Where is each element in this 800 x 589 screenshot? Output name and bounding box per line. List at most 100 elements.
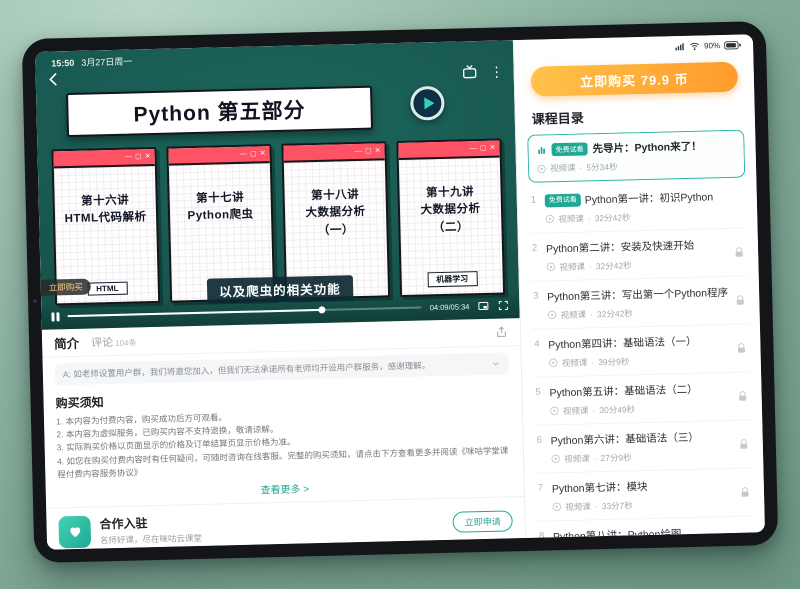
play-circle-icon — [545, 214, 554, 223]
wifi-icon — [689, 40, 700, 51]
status-bar-left: 15:50 3月27日周一 — [51, 54, 132, 69]
window-maximize-icon: ▢ — [250, 150, 257, 157]
lesson-number: 6 — [536, 433, 550, 445]
card-line: （二） — [400, 218, 501, 238]
lesson-number: 5 — [535, 385, 549, 397]
lesson-type: 视频课 — [563, 404, 589, 417]
lesson-item[interactable]: 1 免费试看 Python第一讲：初识Python 视频课 · 32分42秒 — [528, 181, 746, 234]
lesson-item[interactable]: 7 Python第七讲：模块 视频课 · 33分7秒 — [535, 468, 753, 521]
pinned-notice[interactable]: A: 如老师设置用户群，我们将邀您加入，但我们无法承诺所有老师均开设用户群服务，… — [55, 352, 509, 385]
lesson-title: Python第六讲：基础语法（三） — [550, 429, 699, 448]
card-line: （一） — [285, 221, 386, 241]
window-maximize-icon: ▢ — [135, 153, 142, 160]
card-footer-label: HTML — [87, 282, 128, 296]
lesson-item[interactable]: 5 Python第五讲：基础语法（二） 视频课 · 30分49秒 — [533, 372, 751, 425]
buy-now-chip[interactable]: 立即购买 — [41, 279, 91, 296]
lock-icon — [738, 438, 750, 450]
free-trial-badge: 免费试看 — [551, 142, 587, 156]
lesson-list: 免费试看 先导片：Python来了！ 视频课 · 5分34秒 1 免费试看 — [527, 130, 754, 538]
progress-knob[interactable] — [318, 306, 325, 313]
lock-icon — [739, 486, 751, 498]
window-minimize-icon: — — [355, 148, 362, 155]
lesson-type: 视频课 — [562, 356, 588, 369]
lesson-title: Python第五讲：基础语法（二） — [549, 381, 698, 400]
meta-separator: · — [594, 453, 597, 463]
catalog-title: 课程目录 — [532, 104, 739, 128]
lesson-duration: 27分9秒 — [600, 451, 631, 464]
meta-separator: · — [588, 213, 591, 223]
tab-comments-label: 评论 — [91, 334, 113, 351]
buy-course-button[interactable]: 立即购买 79.9 币 — [531, 62, 739, 97]
card-line: Python爬虫 — [170, 206, 271, 226]
share-icon[interactable] — [495, 325, 508, 338]
tab-comments[interactable]: 评论 104条 — [91, 333, 137, 350]
pause-icon[interactable] — [51, 312, 59, 321]
meta-separator: · — [590, 309, 593, 319]
meta-separator: · — [591, 357, 594, 367]
detail-content: 简介 评论 104条 A: 如老师设置用户群，我们将邀您加入，但我们无法承诺所有… — [42, 318, 525, 550]
lesson-item[interactable]: 6 Python第六讲：基础语法（三） 视频课 · 27分9秒 — [534, 420, 752, 473]
card-body: 第十九讲 大数据分析 （二） 机器学习 — [399, 158, 503, 295]
pip-icon[interactable] — [477, 300, 489, 312]
lesson-title: Python第八讲：Python绘图 — [553, 526, 682, 538]
tv-cast-icon[interactable] — [461, 64, 477, 80]
partner-section: 合作入驻 名师好课，尽在咪咕云课堂 立即申请 — [46, 496, 525, 550]
play-button[interactable] — [410, 86, 445, 121]
progress-bar[interactable] — [67, 306, 422, 317]
lesson-type: 视频课 — [560, 308, 586, 321]
lesson-type: 视频课 — [565, 500, 591, 513]
signal-icon — [674, 40, 685, 51]
meta-separator: · — [579, 163, 582, 173]
meta-separator: · — [589, 261, 592, 271]
video-player[interactable]: 15:50 3月27日周一 ⋮ Python 第五部分 — [35, 40, 520, 330]
lesson-title: 先导片：Python来了！ — [592, 139, 701, 157]
more-menu-icon[interactable]: ⋮ — [489, 64, 503, 78]
lesson-item-current[interactable]: 免费试看 先导片：Python来了！ 视频课 · 5分34秒 — [527, 130, 745, 183]
lesson-duration: 32分42秒 — [596, 259, 632, 272]
time-display: 04:09/05:34 — [430, 302, 470, 312]
lesson-item[interactable]: 4 Python第四讲：基础语法（一） 视频课 · 39分9秒 — [532, 324, 750, 377]
lock-icon — [733, 246, 745, 258]
lesson-title: Python第二讲：安装及快速开始 — [546, 237, 695, 256]
status-date: 3月27日周一 — [81, 54, 132, 68]
lesson-number: 4 — [534, 337, 548, 349]
tablet-device: 15:50 3月27日周一 ⋮ Python 第五部分 — [22, 21, 779, 563]
partner-heart-icon — [58, 515, 91, 548]
lock-icon — [740, 534, 752, 538]
heart-icon — [67, 524, 82, 539]
lesson-duration: 32分42秒 — [594, 211, 630, 224]
lesson-number: 2 — [532, 241, 546, 253]
window-close-icon: ✕ — [490, 145, 496, 152]
meta-separator: · — [592, 405, 595, 415]
card-line: HTML代码解析 — [55, 209, 156, 229]
lesson-title: Python第三讲：写出第一个Python程序 — [547, 284, 728, 303]
lesson-type: 视频课 — [558, 212, 584, 225]
back-chevron-icon — [46, 71, 62, 87]
comments-count: 104条 — [115, 337, 137, 349]
purchase-notice: 购买须知 1. 本内容为付费内容，购买成功后方可观看。 2. 本内容为虚拟服务，… — [55, 383, 511, 481]
lesson-duration: 5分34秒 — [586, 161, 617, 174]
app-screen: 15:50 3月27日周一 ⋮ Python 第五部分 — [35, 34, 765, 549]
lesson-item[interactable]: 3 Python第三讲：写出第一个Python程序 视频课 · 32分42秒 — [531, 276, 749, 329]
tab-intro[interactable]: 简介 — [54, 333, 79, 353]
lesson-type: 视频课 — [559, 260, 585, 273]
fullscreen-icon[interactable] — [497, 299, 509, 311]
lesson-duration: 33分7秒 — [601, 499, 632, 512]
video-title: Python 第五部分 — [133, 94, 306, 128]
window-close-icon: ✕ — [375, 147, 381, 154]
lesson-item[interactable]: 2 Python第二讲：安装及快速开始 视频课 · 32分42秒 — [530, 229, 748, 282]
window-minimize-icon: — — [240, 151, 247, 158]
battery-percent: 90% — [704, 41, 720, 50]
back-button[interactable] — [46, 71, 63, 92]
window-close-icon: ✕ — [145, 153, 151, 160]
chevron-down-icon[interactable] — [491, 359, 501, 369]
window-minimize-icon: — — [470, 145, 477, 152]
main-column: 15:50 3月27日周一 ⋮ Python 第五部分 — [35, 40, 525, 550]
window-maximize-icon: ▢ — [365, 148, 372, 155]
lock-icon — [734, 294, 746, 306]
apply-button[interactable]: 立即申请 — [452, 511, 513, 533]
lesson-title: Python第一讲：初识Python — [585, 189, 714, 207]
lesson-type: 视频课 — [564, 452, 590, 465]
lesson-number: 1 — [531, 193, 545, 205]
lesson-duration: 32分42秒 — [597, 307, 633, 320]
